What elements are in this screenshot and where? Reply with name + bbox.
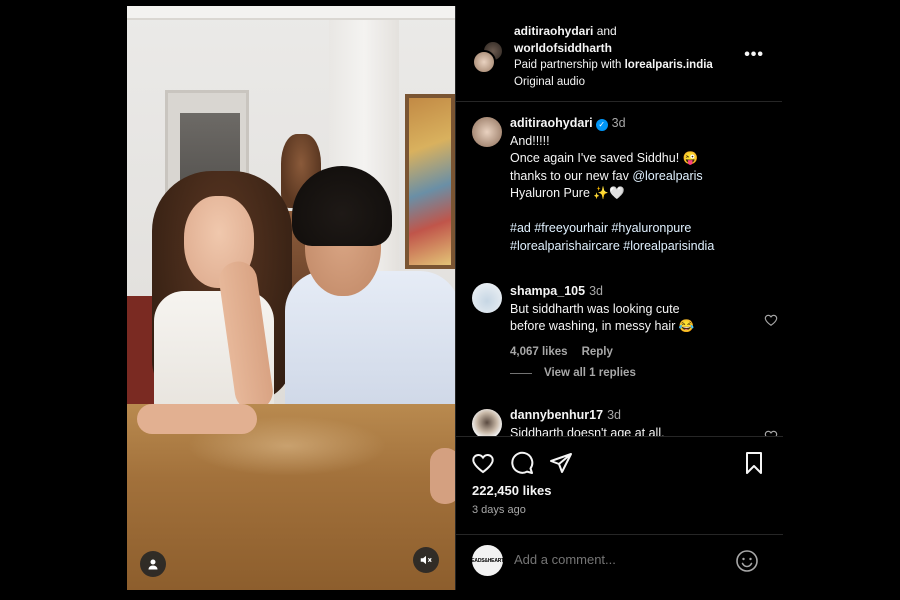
view-replies-label: View all 1 replies [544,367,636,379]
partner-link[interactable]: lorealparis.india [625,59,713,71]
instagram-post: aditiraohydari and worldofsiddharth Paid… [127,6,783,590]
post-sidebar: aditiraohydari and worldofsiddharth Paid… [455,6,783,590]
caption-line: And!!!!! [510,133,550,148]
hashtags[interactable]: #lorealparishaircare #lorealparisindia [510,238,760,256]
comment-text: Siddharth doesn't age at all. [510,425,665,437]
post-date[interactable]: 3 days ago [472,504,526,516]
avatar-text: HEADS&HEARTS [467,557,508,564]
comment-username[interactable]: shampa_105 [510,284,585,298]
like-heart-icon[interactable] [471,451,495,475]
partnership-label: Paid partnership with [514,59,622,71]
collab-avatars[interactable] [472,40,506,74]
likes-count[interactable]: 222,450 likes [472,483,552,498]
bookmark-icon[interactable] [742,451,766,475]
action-bar: 222,450 likes 3 days ago [456,436,783,534]
muted-speaker-icon [420,555,432,565]
like-comment-icon[interactable] [764,313,778,327]
header-text: aditiraohydari and worldofsiddharth Paid… [514,23,713,91]
add-comment-bar: HEADS&HEARTS [456,534,783,590]
timestamp[interactable]: 3d [607,408,621,422]
add-comment-input[interactable] [514,552,714,567]
and-text: and [596,24,617,38]
view-replies-button[interactable]: View all 1 replies [510,367,636,379]
share-paper-plane-icon[interactable] [549,451,573,475]
caption-line: thanks to our new fav [510,168,629,183]
man-hand [430,448,455,504]
woman-forearm [137,404,257,434]
emoji-icon[interactable] [735,549,759,573]
replies-divider [510,372,532,374]
comment-bubble-icon[interactable] [510,451,534,475]
comment-username[interactable]: dannybenhur17 [510,408,603,422]
caption-line: Hyaluron Pure ✨🤍 [510,186,625,200]
ceiling [127,6,455,20]
current-user-avatar[interactable]: HEADS&HEARTS [468,545,507,576]
avatar [472,50,496,74]
author-link[interactable]: aditiraohydari [514,24,593,38]
avatar[interactable] [472,117,502,147]
mute-button[interactable] [413,547,439,573]
caption-line: Once again I've saved Siddhu! 😜 [510,151,699,165]
post-video[interactable] [127,6,455,590]
man-body [285,271,455,421]
hashtags[interactable]: #ad #freeyourhair #hyaluronpure [510,220,760,238]
tagged-users-button[interactable] [140,551,166,577]
caption-username[interactable]: aditiraohydari [510,116,593,130]
reply-button[interactable]: Reply [582,346,613,358]
avatar[interactable] [472,409,502,436]
timestamp[interactable]: 3d [612,116,626,130]
like-comment-icon[interactable] [764,429,778,436]
comment-text: before washing, in messy hair 😂 [510,319,695,333]
avatar[interactable] [472,283,502,313]
mention-link[interactable]: @lorealparis [632,169,702,183]
wall-painting [405,94,455,269]
post-header: aditiraohydari and worldofsiddharth Paid… [456,6,782,102]
verified-icon: ✓ [595,119,608,131]
timestamp[interactable]: 3d [589,284,603,298]
more-options-button[interactable]: ••• [744,46,764,64]
comment-likes[interactable]: 4,067 likes [510,346,568,358]
comments-list[interactable]: aditiraohydari ✓ 3d And!!!!! Once again I'… [456,103,783,436]
user-icon [148,559,158,570]
comment-text: But siddharth was looking cute [510,301,680,316]
audio-link[interactable]: Original audio [514,74,713,91]
author-link[interactable]: worldofsiddharth [514,41,612,55]
